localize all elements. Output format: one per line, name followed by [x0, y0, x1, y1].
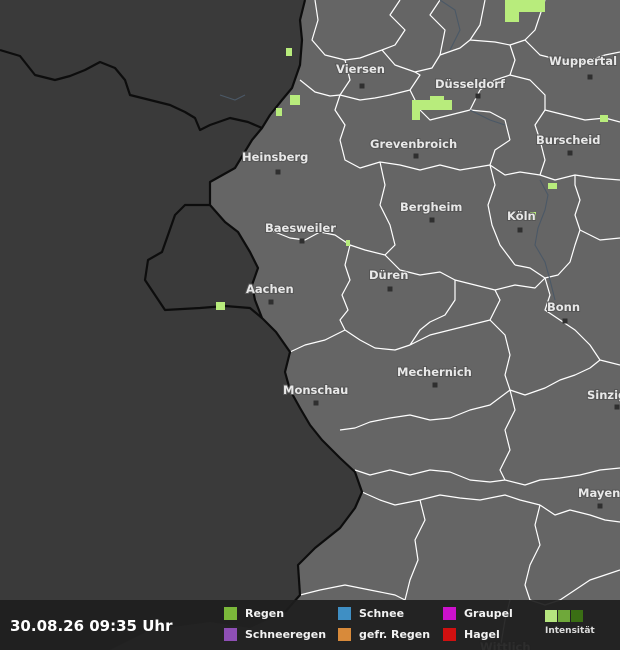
city-dot	[313, 400, 319, 406]
legend-item-gefr-regen: gefr. Regen	[338, 628, 430, 641]
legend-label-schneeregen: Schneeregen	[245, 628, 327, 641]
city-dot	[562, 318, 568, 324]
intensity-legend: Intensität	[545, 610, 595, 636]
city-label: Düren	[369, 268, 408, 282]
city-label: Düsseldorf	[435, 77, 506, 91]
city-label: Aachen	[246, 282, 294, 296]
weather-radar-map[interactable]: Viersen Düsseldorf Wuppertal Heinsberg Greve…	[0, 0, 620, 650]
city-dot	[614, 404, 620, 410]
city-dot	[567, 150, 573, 156]
city-label: Sinzig	[587, 388, 620, 402]
city-label: Monschau	[283, 383, 348, 397]
legend-label-regen: Regen	[245, 607, 285, 620]
city-label: Mayen	[578, 486, 620, 500]
legend-swatch-schneeregen	[224, 628, 237, 641]
legend-item-regen: Regen	[224, 607, 284, 620]
city-dot	[387, 286, 393, 292]
legend-label-schnee: Schnee	[359, 607, 405, 620]
city-dot	[299, 238, 305, 244]
city-label: Bonn	[547, 300, 580, 314]
legend-bar: 30.08.26 09:35 Uhr Regen Schneeregen Sch…	[0, 600, 620, 650]
intensity-swatch-mid	[558, 610, 570, 622]
city-label: Burscheid	[536, 133, 600, 147]
city-dot	[429, 217, 435, 223]
city-label: Grevenbroich	[370, 137, 457, 151]
legend-label-hagel: Hagel	[464, 628, 500, 641]
legend-item-hagel: Hagel	[443, 628, 500, 641]
intensity-label: Intensität	[545, 626, 595, 636]
legend-swatch-hagel	[443, 628, 456, 641]
intensity-swatches	[545, 610, 595, 622]
city-label: Mechernich	[397, 365, 472, 379]
city-dot	[587, 74, 593, 80]
city-label: Wuppertal	[549, 54, 617, 68]
city-label: Köln	[507, 209, 536, 223]
timestamp: 30.08.26 09:35 Uhr	[10, 617, 173, 635]
city-dot	[359, 83, 365, 89]
city-label: Bergheim	[400, 200, 462, 214]
legend-swatch-graupel	[443, 607, 456, 620]
intensity-swatch-high	[571, 610, 583, 622]
city-dot	[475, 93, 481, 99]
intensity-swatch-low	[545, 610, 557, 622]
city-dot	[413, 153, 419, 159]
legend-swatch-gefr-regen	[338, 628, 351, 641]
legend-item-schneeregen: Schneeregen	[224, 628, 326, 641]
legend-label-gefr-regen: gefr. Regen	[359, 628, 431, 641]
city-label: Viersen	[336, 62, 385, 76]
legend-item-graupel: Graupel	[443, 607, 513, 620]
city-dot	[268, 299, 274, 305]
legend-item-schnee: Schnee	[338, 607, 404, 620]
city-dot	[597, 503, 603, 509]
city-label: Baesweiler	[265, 221, 336, 235]
city-label: Heinsberg	[242, 150, 308, 164]
legend-swatch-schnee	[338, 607, 351, 620]
city-dot	[432, 382, 438, 388]
city-dot	[517, 227, 523, 233]
legend-label-graupel: Graupel	[464, 607, 513, 620]
city-dot	[275, 169, 281, 175]
legend-swatch-regen	[224, 607, 237, 620]
